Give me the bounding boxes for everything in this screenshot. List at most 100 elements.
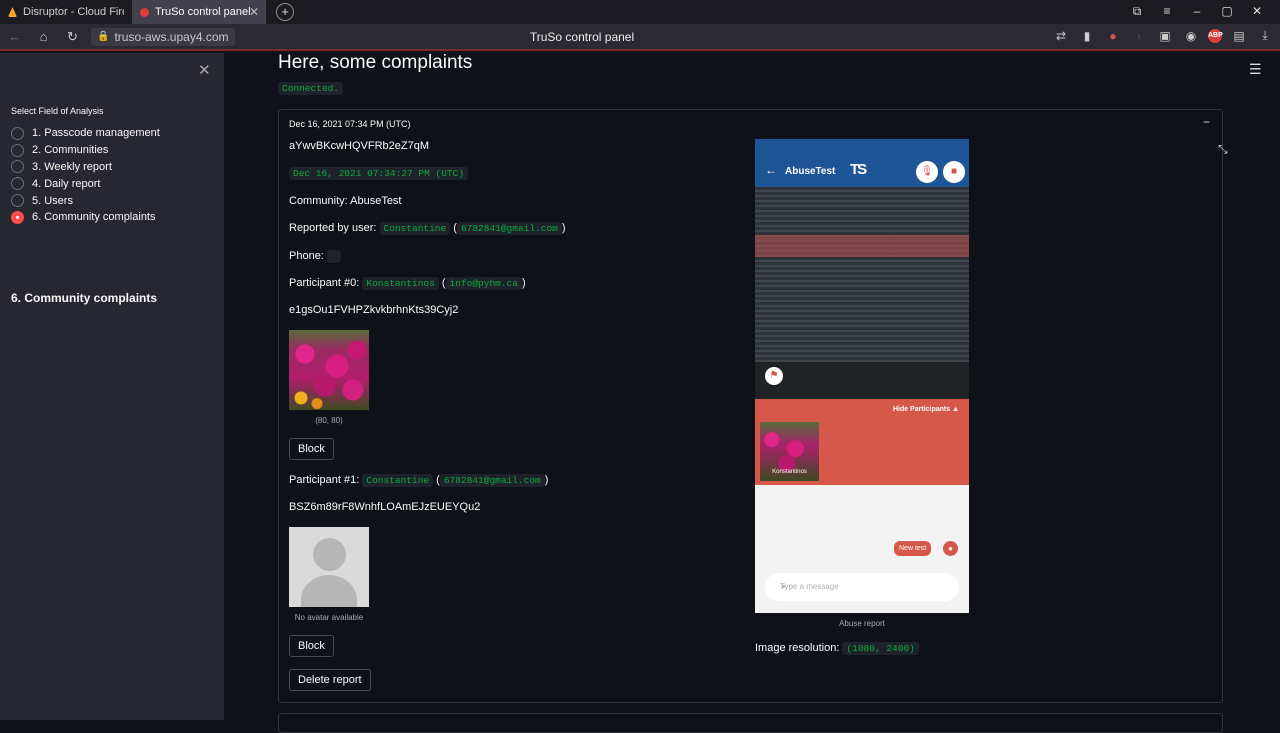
browser-tab-firestore[interactable]: Disruptor - Cloud Firestore <box>0 0 132 24</box>
send-icon: ➤ <box>780 582 787 591</box>
lock-icon: 🔒 <box>97 31 110 42</box>
url-bar[interactable]: 🔒 truso-aws.upay4.com <box>91 27 235 46</box>
participant-email: 6782841@gmail.com <box>439 474 545 487</box>
bulb-icon[interactable]: ◉ <box>1182 29 1200 43</box>
translate-icon[interactable]: ⇄ <box>1052 29 1070 43</box>
resolution-value: (1080, 2400) <box>842 642 919 655</box>
radio-group-label: Select Field of Analysis <box>11 106 104 116</box>
home-icon[interactable]: ⌂ <box>29 29 58 44</box>
radio-circle[interactable] <box>11 160 24 174</box>
collapse-icon[interactable]: − <box>1203 115 1210 129</box>
fullscreen-icon[interactable]: ⤡ <box>1218 142 1228 157</box>
back-arrow-icon: ← <box>765 163 777 177</box>
phone-line: Phone: <box>289 250 341 263</box>
hamburger-menu-icon[interactable]: ☰ <box>1249 61 1262 78</box>
browser-tab-bar: Disruptor - Cloud Firestore TruSo contro… <box>0 0 1280 24</box>
minimize-icon[interactable]: – <box>1182 4 1212 19</box>
block-participant-0-button[interactable]: Block <box>289 438 334 460</box>
screenshot-caption: Abuse report <box>839 619 885 628</box>
radio-circle[interactable] <box>11 143 24 157</box>
radio-circle-selected[interactable] <box>11 210 24 224</box>
firebase-icon <box>8 7 18 17</box>
radio-circle[interactable] <box>11 126 24 140</box>
resolution-label: Image resolution: <box>755 642 840 654</box>
radio-circle[interactable] <box>11 194 24 208</box>
next-report-expander[interactable] <box>278 713 1223 733</box>
extension-red-icon[interactable]: ● <box>1104 29 1122 43</box>
radio-option-label: 2. Communities <box>32 144 109 157</box>
participant-thumbnail-name: Konstantinos <box>772 469 807 475</box>
reported-by-line: Reported by user: Constantine (6782841@g… <box>289 222 566 235</box>
participant-1-line: Participant #1: Constantine (6782841@gma… <box>289 474 549 487</box>
browser-tab-truso[interactable]: TruSo control panel ✕ <box>132 0 266 24</box>
close-sidebar-icon[interactable]: ✕ <box>198 61 211 79</box>
browser-nav-bar: ← ⌂ ↻ 🔒 truso-aws.upay4.com TruSo contro… <box>0 24 1280 51</box>
close-window-icon[interactable]: ✕ <box>1242 4 1272 19</box>
radio-option-label: 6. Community complaints <box>32 211 156 224</box>
participant-0-uid: e1gsOu1FVHPZkvkbrhnKts39Cyj2 <box>289 304 459 316</box>
report-expander: Dec 16, 2021 07:34 PM (UTC) − <box>278 109 1223 703</box>
profile-extension-icon[interactable]: ▣ <box>1156 29 1174 43</box>
flag-icon: ⚑ <box>765 367 783 385</box>
radio-option-label: 3. Weekly report <box>32 160 112 173</box>
download-icon[interactable]: ⤓ <box>1256 28 1274 43</box>
connection-status: Connected. <box>278 82 344 95</box>
user-avatar-icon: ● <box>943 541 958 556</box>
phone-value <box>326 250 341 263</box>
radio-option-complaints[interactable]: 6. Community complaints <box>11 209 160 226</box>
participants-panel: Hide Participants ▲ Konstantinos <box>755 399 969 485</box>
radio-option-weekly[interactable]: 3. Weekly report <box>11 159 160 176</box>
participant-label: Participant #0: <box>289 277 360 289</box>
reporter-name: Constantine <box>379 222 451 235</box>
truso-logo: TS <box>850 161 867 178</box>
adblock-icon[interactable]: ABP <box>1208 28 1223 43</box>
bookmark-icon[interactable]: ▮ <box>1078 29 1096 43</box>
analysis-radio-group: 1. Passcode management 2. Communities 3.… <box>11 125 160 226</box>
reporter-email: 6782841@gmail.com <box>456 222 562 235</box>
maximize-icon[interactable]: ▢ <box>1212 4 1242 19</box>
arrow-extension-icon[interactable]: › <box>1130 29 1148 43</box>
participant-name: Constantine <box>362 474 434 487</box>
page-title: Here, some complaints <box>278 52 473 73</box>
radio-option-label: 1. Passcode management <box>32 127 160 140</box>
sidebar: ✕ Select Field of Analysis 1. Passcode m… <box>0 53 224 720</box>
default-avatar-icon <box>289 527 369 607</box>
hide-participants: Hide Participants ▲ <box>892 406 959 413</box>
reader-icon[interactable]: ▤ <box>1230 29 1248 43</box>
window-controls: ⧉ ≡ – ▢ ✕ <box>1122 4 1272 19</box>
participant-name: Konstantinos <box>362 277 439 290</box>
sidebar-heading: 6. Community complaints <box>11 291 158 305</box>
radio-option-communities[interactable]: 2. Communities <box>11 142 160 159</box>
delete-report-button[interactable]: Delete report <box>289 669 371 691</box>
tab-title: TruSo control panel <box>155 6 251 18</box>
url-text: truso-aws.upay4.com <box>114 29 229 44</box>
participant-label: Participant #1: <box>289 474 360 486</box>
avatar-caption: (80, 80) <box>315 416 343 425</box>
phone-label: Phone: <box>289 250 324 262</box>
radio-option-passcode[interactable]: 1. Passcode management <box>11 125 160 142</box>
reported-by-label: Reported by user: <box>289 222 377 234</box>
back-icon[interactable]: ← <box>0 29 29 44</box>
app-header: ← AbuseTest TS 🎙 ■ <box>755 139 969 187</box>
block-participant-1-button[interactable]: Block <box>289 635 334 657</box>
participant-0-line: Participant #0: Konstantinos (info@pyhm.… <box>289 277 526 290</box>
report-timestamp: Dec 16, 2021 07:34:27 PM (UTC) <box>289 167 469 180</box>
reload-icon[interactable]: ↻ <box>58 29 87 45</box>
radio-option-users[interactable]: 5. Users <box>11 192 160 209</box>
avatar-caption: No avatar available <box>294 613 364 622</box>
tab-list-icon[interactable]: ⧉ <box>1122 4 1152 19</box>
truso-favicon-icon <box>140 7 149 17</box>
radio-circle[interactable] <box>11 177 24 191</box>
participant-1-uid: BSZ6m89rF8WnhfLOAmEJzEUEYQu2 <box>289 501 481 513</box>
menu-icon[interactable]: ≡ <box>1152 4 1182 19</box>
radio-option-label: 5. Users <box>32 194 73 207</box>
participant-thumbnail: Konstantinos <box>760 422 819 481</box>
report-header[interactable]: Dec 16, 2021 07:34 PM (UTC) <box>289 119 411 129</box>
extensions-toolbar: ⇄ ▮ ● › ▣ ◉ ABP ▤ ⤓ <box>1052 28 1274 43</box>
report-id: aYwvBKcwHQVFRb2eZ7qM <box>289 140 429 152</box>
close-tab-icon[interactable]: ✕ <box>249 5 259 19</box>
radio-option-daily[interactable]: 4. Daily report <box>11 175 160 192</box>
microphone-icon: 🎙 <box>916 161 938 183</box>
new-tab-button[interactable]: + <box>276 3 294 21</box>
image-resolution-line: Image resolution: (1080, 2400) <box>755 642 919 655</box>
